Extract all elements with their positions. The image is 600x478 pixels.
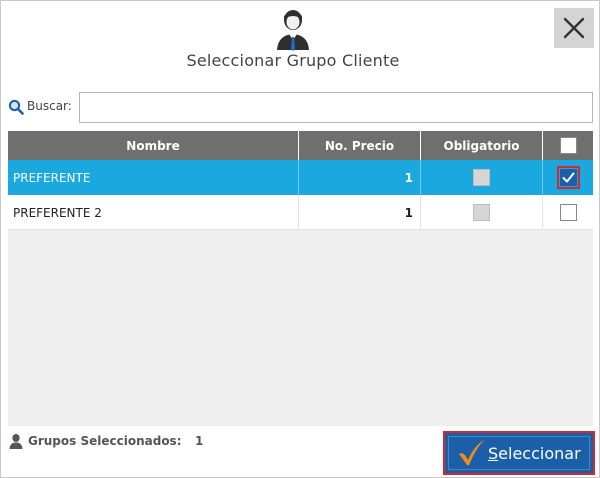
checkmark-icon [562,172,574,183]
row-obligatorio-cell [421,160,543,195]
select-all-checkbox[interactable] [559,137,577,154]
column-header-nombre[interactable]: Nombre [8,131,299,160]
search-label: Buscar: [27,99,72,113]
row-nombre: PREFERENTE 2 [8,195,299,230]
select-button-label: Seleccionar [488,444,581,463]
table-row[interactable]: PREFERENTE 1 [8,160,593,195]
column-header-select [543,131,593,160]
user-icon [277,10,309,51]
selected-groups-count: 1 [195,434,204,448]
dialog-title: Seleccionar Grupo Cliente [186,51,400,70]
row-no-precio: 1 [299,160,421,195]
select-button-mnemonic: S [488,444,499,463]
row-nombre: PREFERENTE [8,160,299,195]
select-button-label-rest: eleccionar [498,444,581,463]
search-input[interactable] [79,92,593,123]
row-obligatorio-cell [421,195,543,230]
row-no-precio: 1 [299,195,421,230]
close-icon [563,17,585,39]
search-icon [8,99,24,115]
table-row[interactable]: PREFERENTE 2 1 [8,195,593,230]
obligatorio-checkbox [473,204,490,221]
checkbox-checked [559,169,577,186]
close-button[interactable] [554,8,594,48]
customer-group-table: Nombre No. Precio Obligatorio PREFERENTE… [8,131,593,426]
row-select-checkbox[interactable] [556,166,580,189]
select-customer-group-dialog: Seleccionar Grupo Cliente Buscar: Nombre… [0,0,600,478]
obligatorio-checkbox [473,169,490,186]
search-bar: Buscar: [8,92,593,123]
user-icon [9,434,23,449]
select-button[interactable]: Seleccionar [443,431,595,475]
row-select-checkbox[interactable] [559,204,577,221]
row-select-cell [543,160,593,195]
selected-groups-label: Grupos Seleccionados: [28,434,182,448]
row-select-cell [543,195,593,230]
column-header-no-precio[interactable]: No. Precio [299,131,421,160]
checkmark-icon [459,440,484,466]
table-header: Nombre No. Precio Obligatorio [8,131,593,160]
column-header-obligatorio[interactable]: Obligatorio [421,131,543,160]
